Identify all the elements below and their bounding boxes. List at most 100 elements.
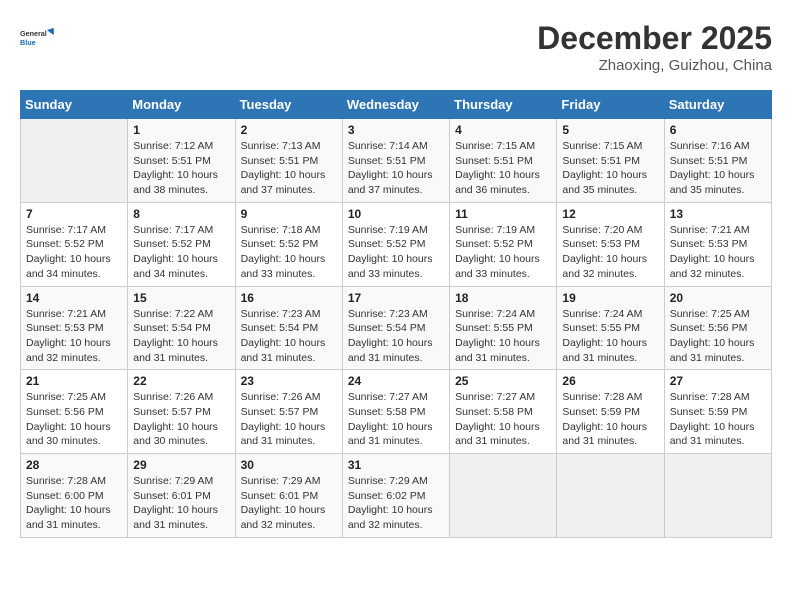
day-info: Sunrise: 7:16 AM Sunset: 5:51 PM Dayligh… <box>670 139 766 198</box>
day-number: 15 <box>133 291 229 305</box>
svg-text:General: General <box>20 29 47 38</box>
calendar-cell: 1 Sunrise: 7:12 AM Sunset: 5:51 PM Daylig… <box>128 119 235 203</box>
day-info: Sunrise: 7:24 AM Sunset: 5:55 PM Dayligh… <box>455 307 551 366</box>
page-header: GeneralBlue December 2025 Zhaoxing, Guiz… <box>20 20 772 74</box>
calendar-day-header: Thursday <box>450 91 557 119</box>
calendar-day-header: Wednesday <box>342 91 449 119</box>
day-number: 21 <box>26 374 122 388</box>
day-info: Sunrise: 7:21 AM Sunset: 5:53 PM Dayligh… <box>26 307 122 366</box>
day-info: Sunrise: 7:26 AM Sunset: 5:57 PM Dayligh… <box>133 390 229 449</box>
calendar-cell: 26Sunrise: 7:28 AM Sunset: 5:59 PM Dayli… <box>557 370 664 454</box>
calendar-week-row: 14 Sunrise: 7:21 AM Sunset: 5:53 PM Dayli… <box>21 286 772 370</box>
day-number: 14 <box>26 291 122 305</box>
day-number: 25 <box>455 374 551 388</box>
day-number: 1 <box>133 123 229 137</box>
day-number: 23 <box>241 374 337 388</box>
calendar-cell: 5 Sunrise: 7:15 AM Sunset: 5:51 PM Daylig… <box>557 119 664 203</box>
day-info: Sunrise: 7:27 AM Sunset: 5:58 PM Dayligh… <box>455 390 551 449</box>
calendar-cell: 15 Sunrise: 7:22 AM Sunset: 5:54 PM Dayli… <box>128 286 235 370</box>
calendar-cell: 12 Sunrise: 7:20 AM Sunset: 5:53 PM Dayli… <box>557 202 664 286</box>
day-info: Sunrise: 7:19 AM Sunset: 5:52 PM Dayligh… <box>348 223 444 282</box>
day-info: Sunrise: 7:25 AM Sunset: 5:56 PM Dayligh… <box>670 307 766 366</box>
svg-text:Blue: Blue <box>20 38 36 47</box>
calendar-cell <box>450 454 557 538</box>
calendar-day-header: Tuesday <box>235 91 342 119</box>
day-number: 27 <box>670 374 766 388</box>
calendar-cell <box>557 454 664 538</box>
day-info: Sunrise: 7:29 AM Sunset: 6:02 PM Dayligh… <box>348 474 444 533</box>
calendar-cell: 7Sunrise: 7:17 AM Sunset: 5:52 PM Daylig… <box>21 202 128 286</box>
day-info: Sunrise: 7:27 AM Sunset: 5:58 PM Dayligh… <box>348 390 444 449</box>
calendar-cell <box>21 119 128 203</box>
day-number: 3 <box>348 123 444 137</box>
day-info: Sunrise: 7:20 AM Sunset: 5:53 PM Dayligh… <box>562 223 658 282</box>
calendar-cell <box>664 454 771 538</box>
day-number: 11 <box>455 207 551 221</box>
calendar-table: SundayMondayTuesdayWednesdayThursdayFrid… <box>20 90 772 538</box>
calendar-cell: 28Sunrise: 7:28 AM Sunset: 6:00 PM Dayli… <box>21 454 128 538</box>
calendar-cell: 22 Sunrise: 7:26 AM Sunset: 5:57 PM Dayli… <box>128 370 235 454</box>
calendar-cell: 9 Sunrise: 7:18 AM Sunset: 5:52 PM Daylig… <box>235 202 342 286</box>
day-info: Sunrise: 7:13 AM Sunset: 5:51 PM Dayligh… <box>241 139 337 198</box>
calendar-cell: 11 Sunrise: 7:19 AM Sunset: 5:52 PM Dayli… <box>450 202 557 286</box>
calendar-cell: 8Sunrise: 7:17 AM Sunset: 5:52 PM Daylig… <box>128 202 235 286</box>
day-info: Sunrise: 7:29 AM Sunset: 6:01 PM Dayligh… <box>241 474 337 533</box>
day-number: 2 <box>241 123 337 137</box>
day-number: 16 <box>241 291 337 305</box>
calendar-cell: 2 Sunrise: 7:13 AM Sunset: 5:51 PM Daylig… <box>235 119 342 203</box>
day-number: 7 <box>26 207 122 221</box>
day-info: Sunrise: 7:23 AM Sunset: 5:54 PM Dayligh… <box>241 307 337 366</box>
calendar-week-row: 21 Sunrise: 7:25 AM Sunset: 5:56 PM Dayli… <box>21 370 772 454</box>
day-info: Sunrise: 7:25 AM Sunset: 5:56 PM Dayligh… <box>26 390 122 449</box>
day-number: 20 <box>670 291 766 305</box>
calendar-cell: 4 Sunrise: 7:15 AM Sunset: 5:51 PM Daylig… <box>450 119 557 203</box>
calendar-cell: 21 Sunrise: 7:25 AM Sunset: 5:56 PM Dayli… <box>21 370 128 454</box>
day-number: 4 <box>455 123 551 137</box>
day-info: Sunrise: 7:28 AM Sunset: 6:00 PM Dayligh… <box>26 474 122 533</box>
day-info: Sunrise: 7:28 AM Sunset: 5:59 PM Dayligh… <box>670 390 766 449</box>
day-info: Sunrise: 7:26 AM Sunset: 5:57 PM Dayligh… <box>241 390 337 449</box>
day-info: Sunrise: 7:12 AM Sunset: 5:51 PM Dayligh… <box>133 139 229 198</box>
day-number: 8 <box>133 207 229 221</box>
calendar-cell: 14 Sunrise: 7:21 AM Sunset: 5:53 PM Dayli… <box>21 286 128 370</box>
day-number: 22 <box>133 374 229 388</box>
day-number: 19 <box>562 291 658 305</box>
location: Zhaoxing, Guizhou, China <box>537 57 772 74</box>
calendar-cell: 29 Sunrise: 7:29 AM Sunset: 6:01 PM Dayli… <box>128 454 235 538</box>
title-block: December 2025 Zhaoxing, Guizhou, China <box>537 20 772 74</box>
calendar-day-header: Saturday <box>664 91 771 119</box>
calendar-week-row: 1 Sunrise: 7:12 AM Sunset: 5:51 PM Daylig… <box>21 119 772 203</box>
day-info: Sunrise: 7:21 AM Sunset: 5:53 PM Dayligh… <box>670 223 766 282</box>
day-number: 18 <box>455 291 551 305</box>
day-number: 5 <box>562 123 658 137</box>
calendar-cell: 30Sunrise: 7:29 AM Sunset: 6:01 PM Dayli… <box>235 454 342 538</box>
calendar-cell: 18 Sunrise: 7:24 AM Sunset: 5:55 PM Dayli… <box>450 286 557 370</box>
calendar-cell: 25 Sunrise: 7:27 AM Sunset: 5:58 PM Dayli… <box>450 370 557 454</box>
day-number: 29 <box>133 458 229 472</box>
calendar-cell: 23 Sunrise: 7:26 AM Sunset: 5:57 PM Dayli… <box>235 370 342 454</box>
day-info: Sunrise: 7:18 AM Sunset: 5:52 PM Dayligh… <box>241 223 337 282</box>
calendar-cell: 24Sunrise: 7:27 AM Sunset: 5:58 PM Dayli… <box>342 370 449 454</box>
logo: GeneralBlue <box>20 20 56 56</box>
day-info: Sunrise: 7:15 AM Sunset: 5:51 PM Dayligh… <box>455 139 551 198</box>
calendar-cell: 3Sunrise: 7:14 AM Sunset: 5:51 PM Daylig… <box>342 119 449 203</box>
calendar-cell: 31 Sunrise: 7:29 AM Sunset: 6:02 PM Dayli… <box>342 454 449 538</box>
calendar-day-header: Sunday <box>21 91 128 119</box>
calendar-cell: 20 Sunrise: 7:25 AM Sunset: 5:56 PM Dayli… <box>664 286 771 370</box>
day-number: 9 <box>241 207 337 221</box>
day-info: Sunrise: 7:22 AM Sunset: 5:54 PM Dayligh… <box>133 307 229 366</box>
calendar-day-header: Monday <box>128 91 235 119</box>
day-number: 26 <box>562 374 658 388</box>
calendar-cell: 27 Sunrise: 7:28 AM Sunset: 5:59 PM Dayli… <box>664 370 771 454</box>
day-info: Sunrise: 7:19 AM Sunset: 5:52 PM Dayligh… <box>455 223 551 282</box>
day-number: 13 <box>670 207 766 221</box>
calendar-cell: 19Sunrise: 7:24 AM Sunset: 5:55 PM Dayli… <box>557 286 664 370</box>
calendar-day-header: Friday <box>557 91 664 119</box>
day-info: Sunrise: 7:29 AM Sunset: 6:01 PM Dayligh… <box>133 474 229 533</box>
day-number: 31 <box>348 458 444 472</box>
day-number: 17 <box>348 291 444 305</box>
day-info: Sunrise: 7:15 AM Sunset: 5:51 PM Dayligh… <box>562 139 658 198</box>
day-number: 12 <box>562 207 658 221</box>
calendar-week-row: 7Sunrise: 7:17 AM Sunset: 5:52 PM Daylig… <box>21 202 772 286</box>
calendar-cell: 17Sunrise: 7:23 AM Sunset: 5:54 PM Dayli… <box>342 286 449 370</box>
